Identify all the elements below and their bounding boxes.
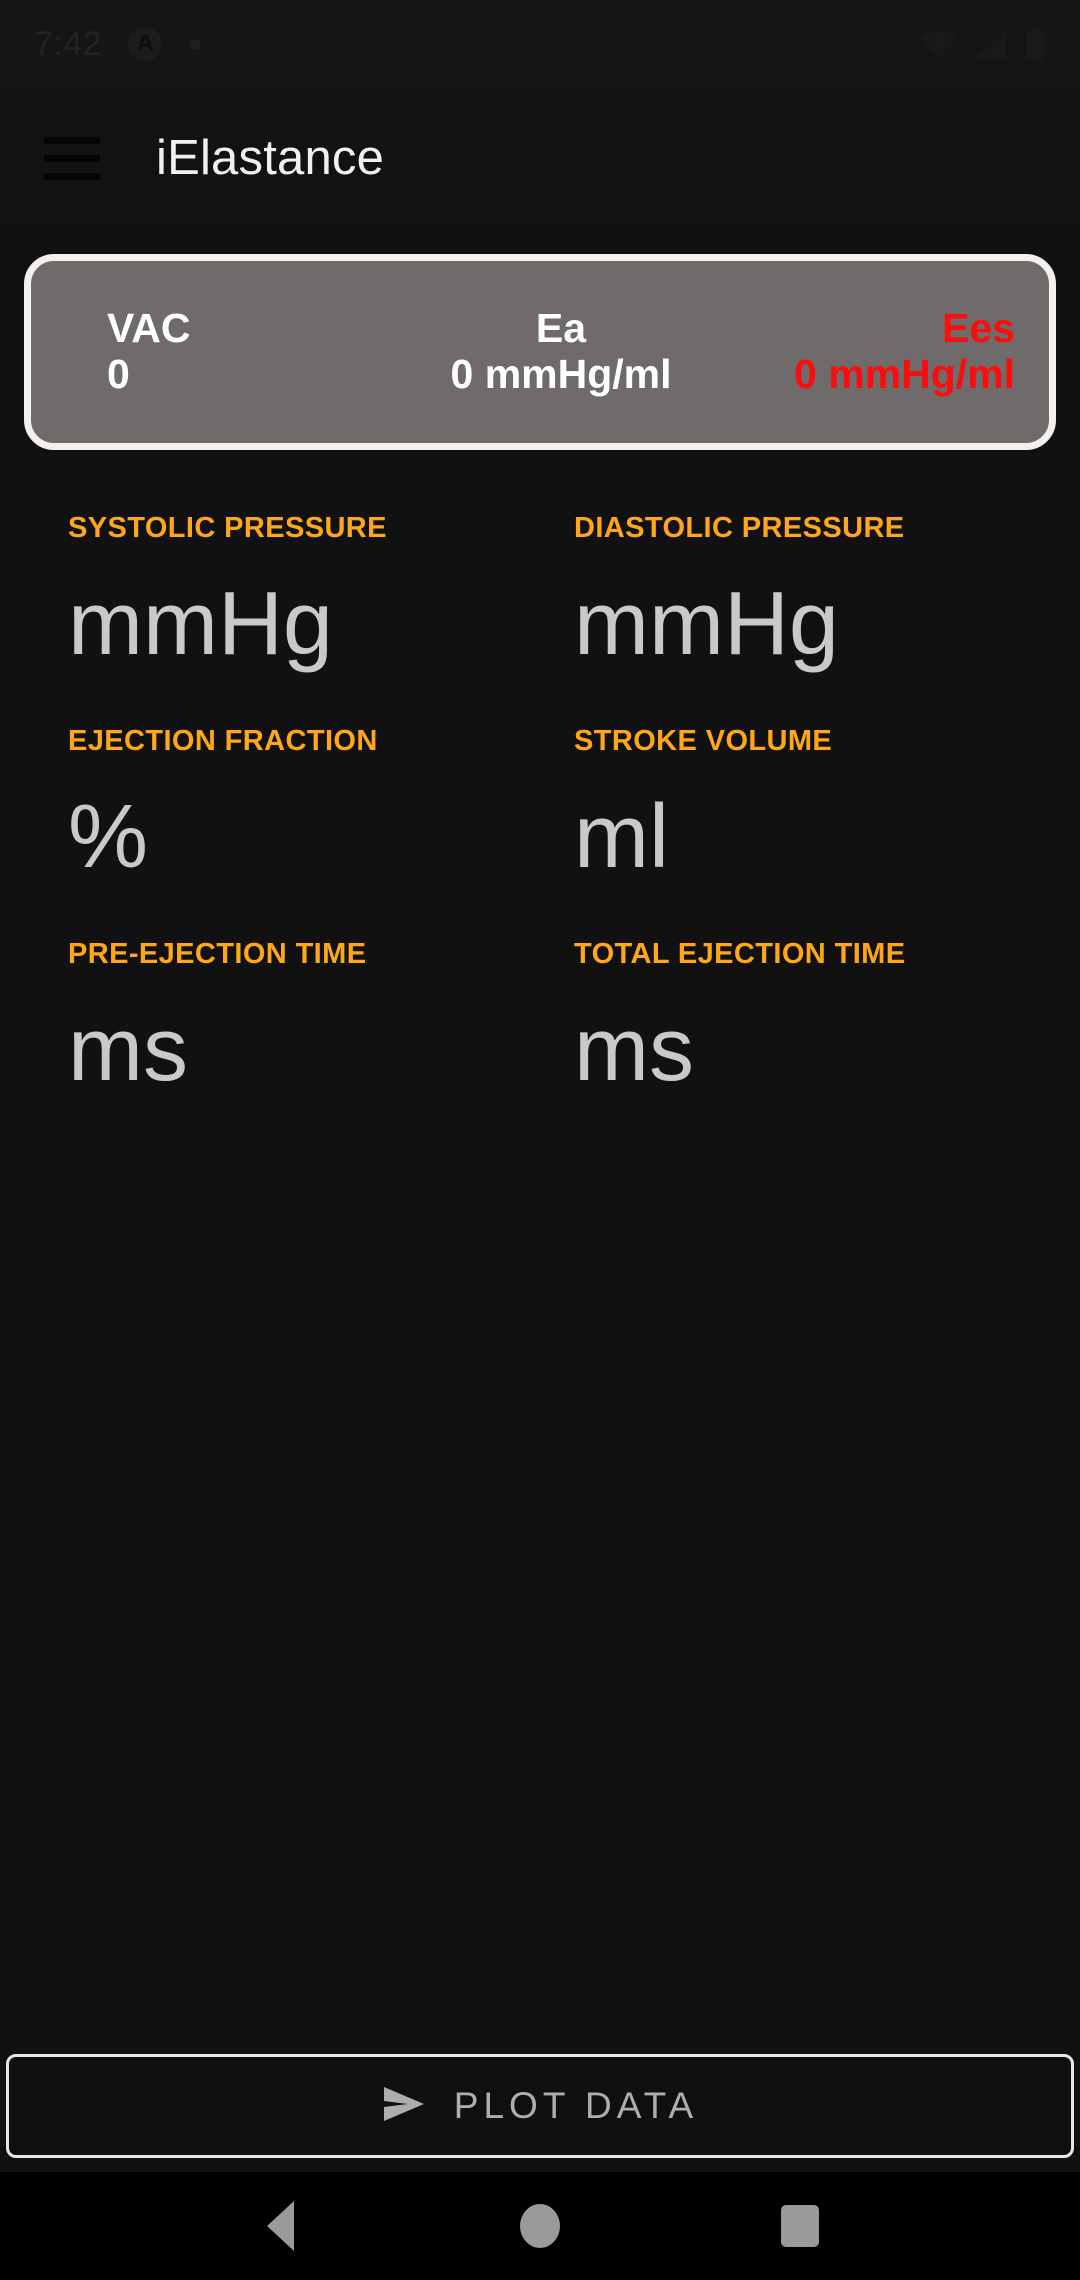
pre-ejection-time-suffix: ms (68, 1000, 188, 1100)
cellular-signal-icon (974, 29, 1008, 59)
field-total-ejection-time-label: TOTAL EJECTION TIME (574, 938, 906, 970)
status-bar: 7:42 A (0, 0, 1080, 88)
battery-icon (1024, 28, 1046, 60)
plot-data-button[interactable]: PLOT DATA (6, 2054, 1074, 2158)
ejection-fraction-suffix: % (68, 787, 149, 887)
total-ejection-time-suffix: ms (574, 1000, 694, 1100)
total-ejection-time-input[interactable]: ms (574, 997, 1080, 1103)
metric-vac-label: VAC (107, 305, 191, 352)
page-title: iElastance (156, 131, 385, 185)
field-diastolic-pressure-label: DIASTOLIC PRESSURE (574, 512, 905, 544)
field-total-ejection-time: TOTAL EJECTION TIME ms (540, 938, 1080, 1103)
field-ejection-fraction: EJECTION FRACTION % (0, 725, 540, 890)
field-pre-ejection-time: PRE-EJECTION TIME ms (0, 938, 540, 1103)
home-circle-icon (520, 2204, 560, 2248)
android-navigation-bar (0, 2172, 1080, 2280)
send-icon (382, 2084, 426, 2129)
diastolic-pressure-input[interactable]: mmHg (574, 571, 1080, 677)
metric-ees-label: Ees (942, 305, 1016, 352)
hamburger-menu-icon[interactable] (44, 127, 106, 189)
nav-home-button[interactable] (502, 2188, 578, 2264)
main-content: VAC 0 Ea 0 mmHg/ml Ees 0 mmHg/ml SYSTOLI… (0, 228, 1080, 2172)
recents-square-icon (781, 2205, 819, 2247)
stroke-volume-suffix: ml (574, 787, 669, 887)
status-bar-app-icon: A (128, 27, 163, 61)
back-triangle-icon (266, 2201, 294, 2251)
app-screen: 7:42 A iElastance VAC 0 Ea 0 mmHg/ml Ees… (0, 0, 1080, 2280)
field-stroke-volume-label: STROKE VOLUME (574, 725, 833, 757)
field-systolic-pressure: SYSTOLIC PRESSURE mmHg (0, 512, 540, 677)
diastolic-pressure-suffix: mmHg (574, 574, 839, 674)
systolic-pressure-suffix: mmHg (68, 574, 333, 674)
app-bar: iElastance (0, 88, 1080, 228)
result-summary-card: VAC 0 Ea 0 mmHg/ml Ees 0 mmHg/ml (24, 254, 1056, 450)
field-systolic-pressure-label: SYSTOLIC PRESSURE (68, 512, 387, 544)
nav-recents-button[interactable] (762, 2188, 838, 2264)
plot-data-button-label: PLOT DATA (453, 2085, 699, 2126)
metric-ea-label: Ea (535, 305, 587, 352)
metric-ees-value: 0 mmHg/ml (794, 351, 1016, 397)
pre-ejection-time-input[interactable]: ms (68, 997, 540, 1103)
field-ejection-fraction-label: EJECTION FRACTION (68, 725, 378, 757)
metric-ea-value: 0 mmHg/ml (450, 351, 672, 397)
plot-data-button-container: PLOT DATA (0, 2054, 1080, 2172)
ejection-fraction-input[interactable]: % (68, 784, 540, 890)
metric-ees: Ees 0 mmHg/ml (712, 305, 1049, 398)
systolic-pressure-input[interactable]: mmHg (68, 571, 540, 677)
nav-back-button[interactable] (242, 2188, 318, 2264)
field-diastolic-pressure: DIASTOLIC PRESSURE mmHg (540, 512, 1080, 677)
input-fields-grid: SYSTOLIC PRESSURE mmHg DIASTOLIC PRESSUR… (0, 450, 1080, 1103)
status-bar-notification-dot (190, 38, 202, 50)
field-pre-ejection-time-label: PRE-EJECTION TIME (68, 938, 367, 970)
result-card-container: VAC 0 Ea 0 mmHg/ml Ees 0 mmHg/ml (0, 228, 1080, 450)
metric-vac: VAC 0 (31, 305, 410, 398)
status-bar-system-icons (920, 28, 1046, 60)
wifi-icon (920, 29, 958, 59)
stroke-volume-input[interactable]: ml (574, 784, 1080, 890)
status-bar-clock: 7:42 (34, 24, 103, 63)
metric-ea: Ea 0 mmHg/ml (410, 305, 713, 398)
metric-vac-value: 0 (107, 351, 130, 397)
field-stroke-volume: STROKE VOLUME ml (540, 725, 1080, 890)
